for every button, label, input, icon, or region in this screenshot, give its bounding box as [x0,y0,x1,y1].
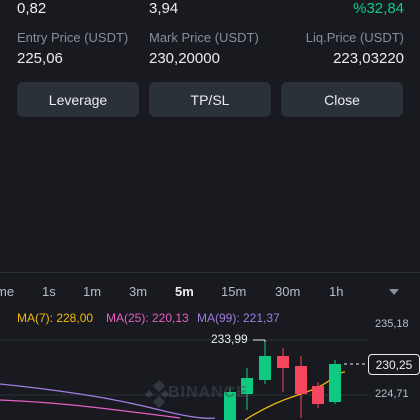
candle [277,348,289,392]
ma25-line [0,399,181,419]
liq-price-value: 223,03220 [333,50,404,67]
chevron-down-icon[interactable] [389,289,399,295]
tab-1s[interactable]: 1s [42,284,56,299]
axis-tick-mid: 224,71 [375,388,409,400]
watermark-text: BINANCE [168,384,248,401]
tab-15m[interactable]: 15m [221,284,246,299]
position-size-value: 0,82 [17,0,47,17]
entry-price-label: Entry Price (USDT) [17,30,129,45]
candlestick-chart[interactable] [0,300,420,420]
current-price-badge: 230,25 [368,354,420,375]
roe-value: %32,84 [353,0,404,17]
tab-5m[interactable]: 5m [175,284,194,299]
tab-3m[interactable]: 3m [129,284,147,299]
leverage-button[interactable]: Leverage [17,82,139,117]
high-price-label: 233,99 [211,332,248,346]
mark-price-label: Mark Price (USDT) [149,30,259,45]
candle [295,356,307,418]
tab-timeframe-partial[interactable]: me [0,284,14,299]
liq-price-label: Liq.Price (USDT) [305,30,404,45]
axis-tick-top: 235,18 [375,318,409,330]
tab-1h[interactable]: 1h [329,284,343,299]
tab-30m[interactable]: 30m [275,284,300,299]
mark-price-value: 230,20000 [149,50,220,67]
tpsl-button[interactable]: TP/SL [149,82,271,117]
margin-value: 3,94 [149,0,179,17]
close-button[interactable]: Close [281,82,403,117]
candle [329,360,341,404]
entry-price-value: 225,06 [17,50,63,67]
divider [0,272,420,273]
binance-watermark-logo [145,380,169,408]
tab-1m[interactable]: 1m [83,284,101,299]
candle [259,342,271,384]
candle [312,382,324,408]
